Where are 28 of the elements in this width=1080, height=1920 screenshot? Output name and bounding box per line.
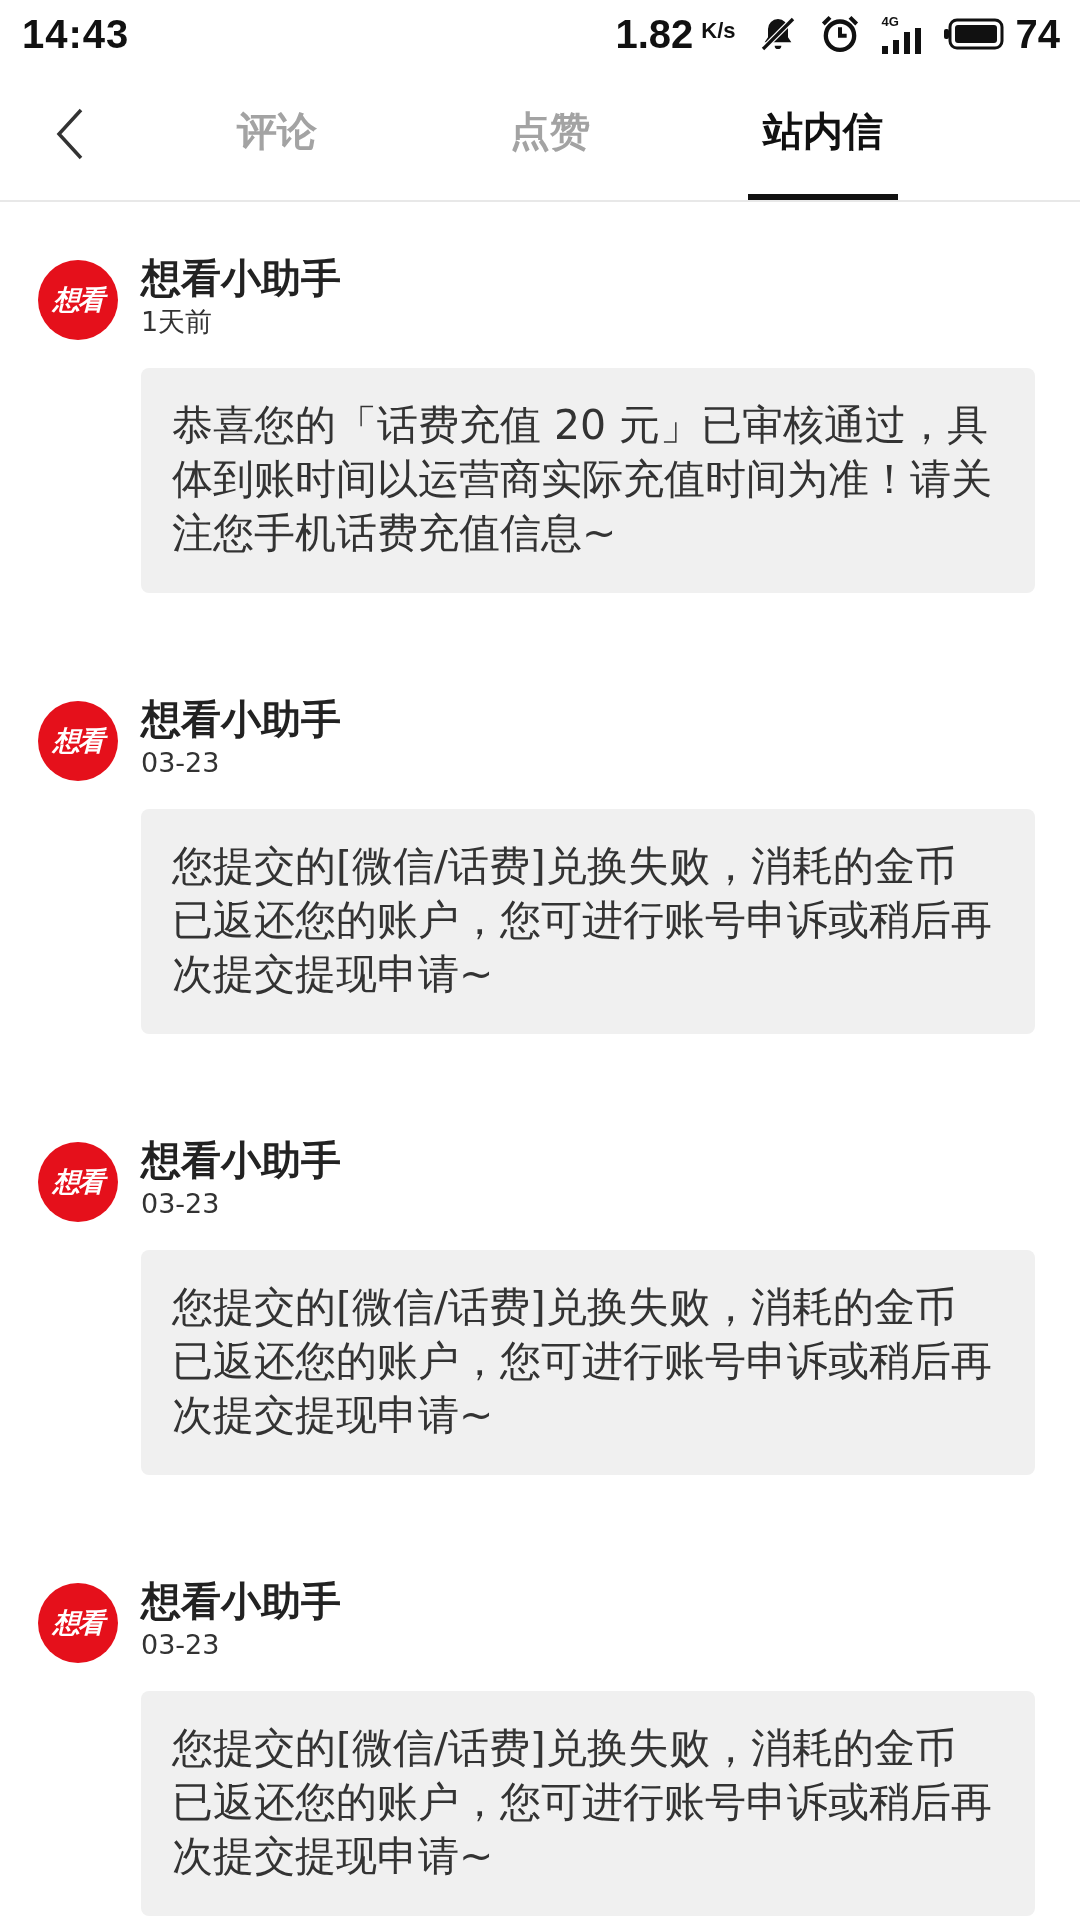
message-time: 03-23: [141, 1187, 221, 1221]
speed-unit: K/s: [701, 17, 736, 44]
message-time: 1天前: [141, 305, 214, 339]
tab[interactable]: 点赞: [413, 68, 687, 200]
avatar-logo: 想看: [38, 1583, 118, 1663]
message-bubble: 您提交的[微信/话费]兑换失败，消耗的金币已返还您的账户，您可进行账号申诉或稍后再次提交提现申请~: [141, 1691, 1035, 1916]
sender-name: 想看小助手: [141, 1577, 342, 1626]
sender-name: 想看小助手: [141, 1136, 342, 1185]
status-time: 14:43: [22, 11, 130, 57]
tab[interactable]: 站内信: [748, 68, 899, 200]
alarm-clock-icon: [819, 14, 860, 54]
battery-icon: [943, 18, 1004, 50]
avatar-logo: 想看: [38, 1142, 118, 1222]
avatar-logo: 想看: [38, 260, 118, 340]
message-time: 03-23: [141, 746, 221, 780]
tab[interactable]: 评论: [140, 68, 414, 200]
battery-level: 74: [1015, 11, 1060, 57]
back-icon: [56, 108, 84, 160]
sender-name: 想看小助手: [141, 254, 342, 303]
message-time: 03-23: [141, 1628, 221, 1662]
signal-icon: [881, 27, 922, 54]
network-speed: 1.82: [615, 11, 694, 57]
sender-name: 想看小助手: [141, 695, 342, 744]
message-bubble: 您提交的[微信/话费]兑换失败，消耗的金币已返还您的账户，您可进行账号申诉或稍后再次提交提现申请~: [141, 1250, 1035, 1475]
message-bubble: 您提交的[微信/话费]兑换失败，消耗的金币已返还您的账户，您可进行账号申诉或稍后再次提交提现申请~: [141, 809, 1035, 1034]
network-type: 4G: [881, 14, 899, 28]
avatar-logo: 想看: [38, 701, 118, 781]
message-bubble: 恭喜您的「话费充值 20 元」已审核通过，具体到账时间以运营商实际充值时间为准！请关注您手机话费充值信息~: [141, 368, 1035, 593]
